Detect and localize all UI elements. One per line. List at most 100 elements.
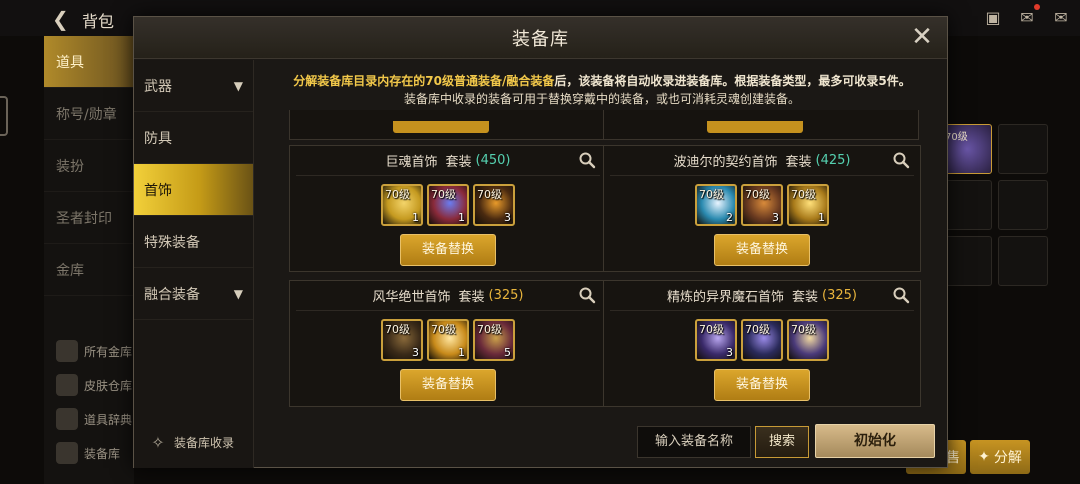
set-card-header: 波迪尔的契约首饰 套装 (425)	[610, 146, 914, 176]
item-quantity: 1	[412, 211, 419, 224]
replace-button-partial[interactable]	[393, 121, 489, 133]
inventory-slot[interactable]	[942, 236, 992, 286]
magnifier-icon[interactable]	[578, 151, 596, 169]
category-weapon[interactable]: 武器 ▼	[134, 60, 253, 112]
set-items: 70级 2 70级 3 70级 1	[604, 184, 920, 226]
inventory-slot[interactable]: 70级	[942, 124, 992, 174]
bg-tool-dictionary[interactable]: 道具辞典	[56, 408, 132, 430]
magnifier-icon[interactable]	[892, 151, 910, 169]
set-kind: 套装	[445, 155, 472, 170]
collect-link[interactable]: ✧ 装备库收录	[148, 432, 234, 452]
equipment-slot[interactable]: 70级	[787, 319, 829, 361]
side-handle[interactable]	[0, 96, 8, 136]
replace-button[interactable]: 装备替换	[400, 369, 496, 401]
set-card-header: 精炼的异界魔石首饰 套装 (325)	[610, 281, 914, 311]
dictionary-icon	[56, 408, 78, 430]
set-card: 巨魂首饰 套装 (450) 70级 1 70级 1 70级 3 装备替换	[289, 145, 607, 272]
backpack-icon[interactable]: ▣	[982, 6, 1004, 28]
item-quantity: 2	[726, 211, 733, 224]
equipment-slot[interactable]: 70级 1	[787, 184, 829, 226]
equipment-library-modal: 装备库 ✕ 武器 ▼ 防具 首饰 特殊装备 融合装备 ▼ ✧ 装备库收录 分解装备库…	[133, 16, 948, 468]
decompose-button[interactable]: ✦ 分解	[970, 440, 1030, 474]
item-level: 70级	[431, 188, 456, 201]
reset-button[interactable]: 初始化	[815, 424, 935, 458]
category-fusion[interactable]: 融合装备 ▼	[134, 268, 253, 320]
item-level: 70级	[385, 323, 410, 336]
vault-icon	[56, 340, 78, 362]
set-card-partial	[603, 110, 919, 140]
page-title: 背包	[82, 12, 115, 31]
set-kind: 套装	[792, 290, 819, 305]
category-special[interactable]: 特殊装备	[134, 216, 253, 268]
back-arrow-icon[interactable]: ❮	[52, 7, 69, 31]
equipment-slot[interactable]: 70级 3	[473, 184, 515, 226]
bg-tab-seal[interactable]: 圣者封印	[44, 192, 134, 244]
set-count: (325)	[488, 288, 524, 303]
replace-button[interactable]: 装备替换	[400, 234, 496, 266]
equipment-slot[interactable]: 70级 1	[427, 184, 469, 226]
item-quantity: 3	[504, 211, 511, 224]
item-level: 70级	[699, 323, 724, 336]
category-sidebar: 武器 ▼ 防具 首饰 特殊装备 融合装备 ▼ ✧ 装备库收录	[134, 60, 254, 468]
set-card: 精炼的异界魔石首饰 套装 (325) 70级 3 70级 70级 装备替换	[603, 280, 921, 407]
item-level: 70级	[745, 323, 770, 336]
item-level: 70级	[699, 188, 724, 201]
equipment-slot[interactable]: 70级	[741, 319, 783, 361]
chevron-down-icon: ▼	[233, 78, 243, 93]
magnifier-icon[interactable]	[892, 286, 910, 304]
notice-text: 分解装备库目录内存在的70级普通装备/融合装备后，该装备将自动收录进装备库。根据…	[293, 74, 911, 106]
inventory-slot[interactable]	[998, 124, 1048, 174]
search-button[interactable]: 搜索	[755, 426, 809, 458]
set-card-header: 风华绝世首饰 套装 (325)	[296, 281, 600, 311]
set-card-partial	[289, 110, 605, 140]
set-name: 巨魂首饰	[385, 155, 438, 170]
bg-tab-costume[interactable]: 装扮	[44, 140, 134, 192]
set-items: 70级 3 70级 1 70级 5	[290, 319, 606, 361]
inventory-grid: 70级	[942, 124, 1048, 286]
equipment-slot[interactable]: 70级 3	[741, 184, 783, 226]
modal-title: 装备库	[512, 28, 569, 50]
item-quantity: 3	[412, 346, 419, 359]
set-count: (425)	[815, 153, 851, 168]
equipment-slot[interactable]: 70级 1	[381, 184, 423, 226]
mail-icon[interactable]: ✉	[1016, 4, 1040, 28]
equipment-slot[interactable]: 70级 3	[695, 319, 737, 361]
item-level: 70级	[791, 323, 816, 336]
item-level: 70级	[477, 323, 502, 336]
inventory-slot[interactable]	[998, 236, 1048, 286]
bg-tab-titles[interactable]: 称号/勋章	[44, 88, 134, 140]
inventory-slot[interactable]	[942, 180, 992, 230]
set-card: 风华绝世首饰 套装 (325) 70级 3 70级 1 70级 5 装备替换	[289, 280, 607, 407]
close-icon[interactable]: ✕	[909, 24, 935, 51]
bg-tool-all-vault[interactable]: 所有金库	[56, 340, 132, 362]
bg-tool-equip-library[interactable]: 装备库	[56, 442, 120, 464]
modal-header: 装备库	[134, 17, 947, 59]
item-level: 70级	[477, 188, 502, 201]
magnifier-icon[interactable]	[578, 286, 596, 304]
collect-icon: ✧	[151, 432, 165, 452]
replace-button[interactable]: 装备替换	[714, 369, 810, 401]
set-list: 巨魂首饰 套装 (450) 70级 1 70级 1 70级 3 装备替换 波迪尔的契约首饰 套装 (42…	[255, 110, 949, 410]
bg-tab-vault[interactable]: 金库	[44, 244, 134, 296]
category-accessory[interactable]: 首饰	[134, 164, 253, 216]
chat-icon[interactable]: ✉	[1050, 6, 1072, 28]
equipment-slot[interactable]: 70级 3	[381, 319, 423, 361]
set-name: 波迪尔的契约首饰	[673, 155, 778, 170]
equipment-slot[interactable]: 70级 5	[473, 319, 515, 361]
category-armor[interactable]: 防具	[134, 112, 253, 164]
background-sidebar: 道具 称号/勋章 装扮 圣者封印 金库 所有金库 皮肤仓库 道具辞典 装备库	[44, 36, 134, 484]
item-quantity: 5	[504, 346, 511, 359]
set-name: 风华绝世首饰	[372, 290, 451, 305]
replace-button-partial[interactable]	[707, 121, 803, 133]
decompose-icon: ✦	[978, 449, 990, 465]
equipment-slot[interactable]: 70级 1	[427, 319, 469, 361]
search-input[interactable]: 输入装备名称	[637, 426, 751, 458]
replace-button[interactable]: 装备替换	[714, 234, 810, 266]
bg-tool-skin-storage[interactable]: 皮肤仓库	[56, 374, 132, 396]
equipment-slot[interactable]: 70级 2	[695, 184, 737, 226]
modal-footer: 输入装备名称 搜索 初始化	[255, 413, 949, 469]
bg-tab-items[interactable]: 道具	[44, 36, 134, 88]
set-card: 波迪尔的契约首饰 套装 (425) 70级 2 70级 3 70级 1 装备替换	[603, 145, 921, 272]
set-items: 70级 1 70级 1 70级 3	[290, 184, 606, 226]
inventory-slot[interactable]	[998, 180, 1048, 230]
